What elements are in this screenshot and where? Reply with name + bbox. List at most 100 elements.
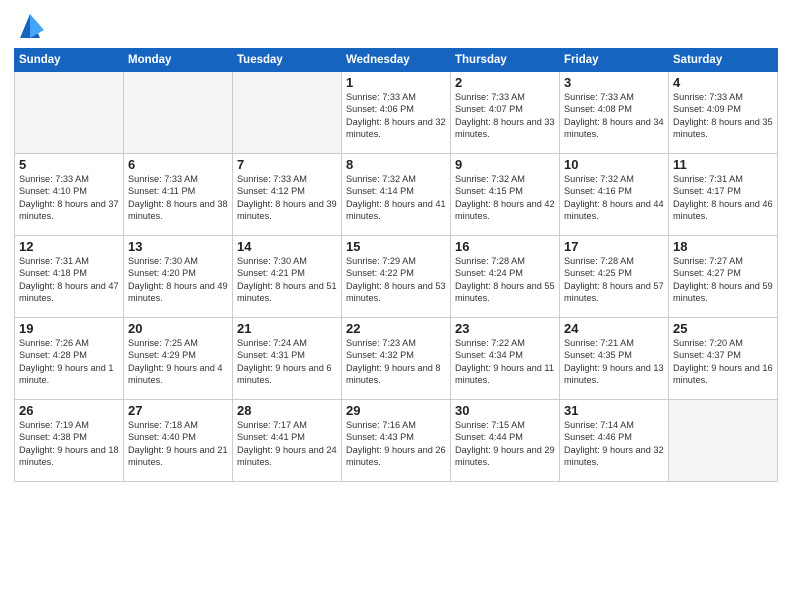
calendar: SundayMondayTuesdayWednesdayThursdayFrid… [14, 48, 778, 482]
calendar-cell: 6Sunrise: 7:33 AM Sunset: 4:11 PM Daylig… [124, 154, 233, 236]
day-info: Sunrise: 7:32 AM Sunset: 4:16 PM Dayligh… [564, 173, 664, 223]
calendar-cell: 3Sunrise: 7:33 AM Sunset: 4:08 PM Daylig… [560, 72, 669, 154]
day-number: 13 [128, 239, 228, 254]
day-info: Sunrise: 7:26 AM Sunset: 4:28 PM Dayligh… [19, 337, 119, 387]
calendar-cell: 1Sunrise: 7:33 AM Sunset: 4:06 PM Daylig… [342, 72, 451, 154]
calendar-cell: 10Sunrise: 7:32 AM Sunset: 4:16 PM Dayli… [560, 154, 669, 236]
day-number: 15 [346, 239, 446, 254]
week-row-3: 19Sunrise: 7:26 AM Sunset: 4:28 PM Dayli… [15, 318, 778, 400]
week-row-4: 26Sunrise: 7:19 AM Sunset: 4:38 PM Dayli… [15, 400, 778, 482]
calendar-cell: 8Sunrise: 7:32 AM Sunset: 4:14 PM Daylig… [342, 154, 451, 236]
week-row-0: 1Sunrise: 7:33 AM Sunset: 4:06 PM Daylig… [15, 72, 778, 154]
calendar-cell: 16Sunrise: 7:28 AM Sunset: 4:24 PM Dayli… [451, 236, 560, 318]
weekday-header-sunday: Sunday [15, 49, 124, 72]
calendar-cell: 17Sunrise: 7:28 AM Sunset: 4:25 PM Dayli… [560, 236, 669, 318]
header [14, 10, 778, 42]
calendar-cell: 31Sunrise: 7:14 AM Sunset: 4:46 PM Dayli… [560, 400, 669, 482]
day-info: Sunrise: 7:16 AM Sunset: 4:43 PM Dayligh… [346, 419, 446, 469]
weekday-header-monday: Monday [124, 49, 233, 72]
day-info: Sunrise: 7:14 AM Sunset: 4:46 PM Dayligh… [564, 419, 664, 469]
day-number: 16 [455, 239, 555, 254]
calendar-cell: 13Sunrise: 7:30 AM Sunset: 4:20 PM Dayli… [124, 236, 233, 318]
week-row-2: 12Sunrise: 7:31 AM Sunset: 4:18 PM Dayli… [15, 236, 778, 318]
day-info: Sunrise: 7:19 AM Sunset: 4:38 PM Dayligh… [19, 419, 119, 469]
calendar-cell [233, 72, 342, 154]
day-info: Sunrise: 7:30 AM Sunset: 4:20 PM Dayligh… [128, 255, 228, 305]
calendar-cell: 28Sunrise: 7:17 AM Sunset: 4:41 PM Dayli… [233, 400, 342, 482]
day-info: Sunrise: 7:22 AM Sunset: 4:34 PM Dayligh… [455, 337, 555, 387]
day-number: 11 [673, 157, 773, 172]
day-number: 9 [455, 157, 555, 172]
day-number: 4 [673, 75, 773, 90]
weekday-header-wednesday: Wednesday [342, 49, 451, 72]
day-info: Sunrise: 7:24 AM Sunset: 4:31 PM Dayligh… [237, 337, 337, 387]
day-info: Sunrise: 7:31 AM Sunset: 4:17 PM Dayligh… [673, 173, 773, 223]
calendar-cell: 26Sunrise: 7:19 AM Sunset: 4:38 PM Dayli… [15, 400, 124, 482]
day-info: Sunrise: 7:17 AM Sunset: 4:41 PM Dayligh… [237, 419, 337, 469]
day-number: 21 [237, 321, 337, 336]
day-info: Sunrise: 7:23 AM Sunset: 4:32 PM Dayligh… [346, 337, 446, 387]
day-number: 30 [455, 403, 555, 418]
calendar-cell: 12Sunrise: 7:31 AM Sunset: 4:18 PM Dayli… [15, 236, 124, 318]
calendar-cell [124, 72, 233, 154]
day-info: Sunrise: 7:21 AM Sunset: 4:35 PM Dayligh… [564, 337, 664, 387]
weekday-header-friday: Friday [560, 49, 669, 72]
day-info: Sunrise: 7:32 AM Sunset: 4:14 PM Dayligh… [346, 173, 446, 223]
weekday-header-thursday: Thursday [451, 49, 560, 72]
day-info: Sunrise: 7:20 AM Sunset: 4:37 PM Dayligh… [673, 337, 773, 387]
day-number: 29 [346, 403, 446, 418]
day-number: 23 [455, 321, 555, 336]
day-info: Sunrise: 7:30 AM Sunset: 4:21 PM Dayligh… [237, 255, 337, 305]
day-info: Sunrise: 7:33 AM Sunset: 4:12 PM Dayligh… [237, 173, 337, 223]
day-info: Sunrise: 7:27 AM Sunset: 4:27 PM Dayligh… [673, 255, 773, 305]
day-number: 5 [19, 157, 119, 172]
logo-icon [16, 10, 44, 42]
day-number: 27 [128, 403, 228, 418]
day-info: Sunrise: 7:29 AM Sunset: 4:22 PM Dayligh… [346, 255, 446, 305]
calendar-cell: 2Sunrise: 7:33 AM Sunset: 4:07 PM Daylig… [451, 72, 560, 154]
day-info: Sunrise: 7:15 AM Sunset: 4:44 PM Dayligh… [455, 419, 555, 469]
calendar-cell: 19Sunrise: 7:26 AM Sunset: 4:28 PM Dayli… [15, 318, 124, 400]
calendar-cell: 4Sunrise: 7:33 AM Sunset: 4:09 PM Daylig… [669, 72, 778, 154]
day-number: 12 [19, 239, 119, 254]
calendar-cell: 25Sunrise: 7:20 AM Sunset: 4:37 PM Dayli… [669, 318, 778, 400]
day-number: 31 [564, 403, 664, 418]
day-number: 17 [564, 239, 664, 254]
day-number: 24 [564, 321, 664, 336]
day-number: 10 [564, 157, 664, 172]
day-number: 18 [673, 239, 773, 254]
calendar-cell: 20Sunrise: 7:25 AM Sunset: 4:29 PM Dayli… [124, 318, 233, 400]
calendar-cell: 30Sunrise: 7:15 AM Sunset: 4:44 PM Dayli… [451, 400, 560, 482]
day-info: Sunrise: 7:33 AM Sunset: 4:09 PM Dayligh… [673, 91, 773, 141]
day-info: Sunrise: 7:28 AM Sunset: 4:24 PM Dayligh… [455, 255, 555, 305]
day-info: Sunrise: 7:33 AM Sunset: 4:11 PM Dayligh… [128, 173, 228, 223]
day-number: 26 [19, 403, 119, 418]
day-info: Sunrise: 7:25 AM Sunset: 4:29 PM Dayligh… [128, 337, 228, 387]
day-number: 3 [564, 75, 664, 90]
day-number: 1 [346, 75, 446, 90]
calendar-cell: 11Sunrise: 7:31 AM Sunset: 4:17 PM Dayli… [669, 154, 778, 236]
day-number: 20 [128, 321, 228, 336]
calendar-cell [15, 72, 124, 154]
day-info: Sunrise: 7:33 AM Sunset: 4:10 PM Dayligh… [19, 173, 119, 223]
day-number: 6 [128, 157, 228, 172]
day-info: Sunrise: 7:33 AM Sunset: 4:08 PM Dayligh… [564, 91, 664, 141]
calendar-cell [669, 400, 778, 482]
calendar-cell: 18Sunrise: 7:27 AM Sunset: 4:27 PM Dayli… [669, 236, 778, 318]
day-info: Sunrise: 7:33 AM Sunset: 4:07 PM Dayligh… [455, 91, 555, 141]
page: SundayMondayTuesdayWednesdayThursdayFrid… [0, 0, 792, 612]
calendar-cell: 14Sunrise: 7:30 AM Sunset: 4:21 PM Dayli… [233, 236, 342, 318]
day-number: 2 [455, 75, 555, 90]
weekday-header-tuesday: Tuesday [233, 49, 342, 72]
day-number: 28 [237, 403, 337, 418]
calendar-cell: 21Sunrise: 7:24 AM Sunset: 4:31 PM Dayli… [233, 318, 342, 400]
calendar-cell: 29Sunrise: 7:16 AM Sunset: 4:43 PM Dayli… [342, 400, 451, 482]
day-info: Sunrise: 7:33 AM Sunset: 4:06 PM Dayligh… [346, 91, 446, 141]
day-number: 22 [346, 321, 446, 336]
calendar-cell: 5Sunrise: 7:33 AM Sunset: 4:10 PM Daylig… [15, 154, 124, 236]
day-number: 19 [19, 321, 119, 336]
day-number: 25 [673, 321, 773, 336]
day-number: 7 [237, 157, 337, 172]
calendar-cell: 15Sunrise: 7:29 AM Sunset: 4:22 PM Dayli… [342, 236, 451, 318]
day-number: 14 [237, 239, 337, 254]
